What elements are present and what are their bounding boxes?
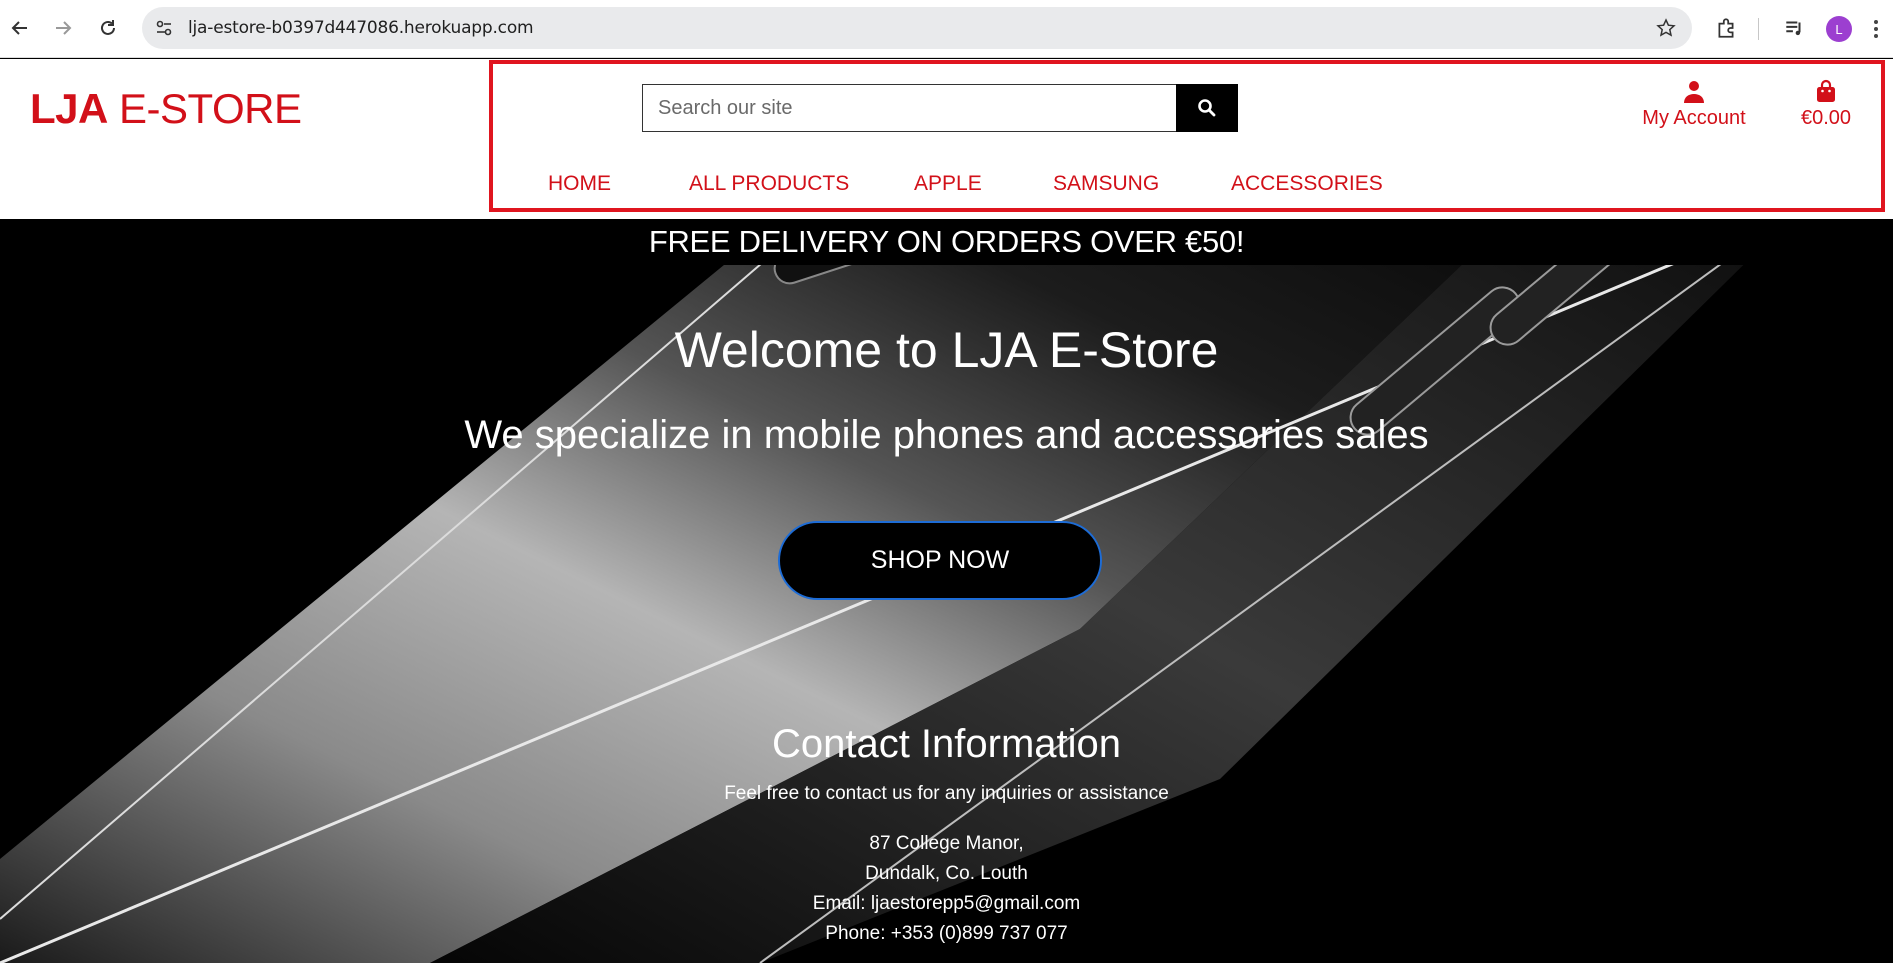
media-controls-icon[interactable] — [1781, 15, 1807, 41]
contact-title: Contact Information — [771, 722, 1122, 766]
shopping-bag-link[interactable]: €0.00 — [1790, 79, 1862, 130]
bag-total: €0.00 — [1800, 107, 1852, 129]
bookmark-star-icon[interactable] — [1654, 16, 1678, 40]
browser-menu-icon[interactable] — [1866, 16, 1886, 42]
profile-avatar[interactable]: L — [1826, 16, 1852, 42]
contact-phone[interactable]: Phone: +353 (0)899 737 077 — [0, 923, 1893, 945]
site-logo[interactable]: LJA E-STORE — [30, 85, 302, 133]
hero-content: Welcome to LJA E-Store We specialize in … — [0, 219, 1893, 963]
toolbar-divider — [1758, 18, 1759, 40]
shopping-bag-icon — [1817, 79, 1835, 102]
search-form — [642, 84, 1238, 132]
browser-toolbar: lja-estore-b0397d447086.herokuapp.com L — [0, 0, 1893, 58]
hero-section: Welcome to LJA E-Store We specialize in … — [0, 219, 1893, 963]
nav-apple[interactable]: APPLE — [914, 172, 982, 196]
url-text[interactable]: lja-estore-b0397d447086.herokuapp.com — [188, 18, 534, 38]
main-nav: HOME ALL PRODUCTS APPLE SAMSUNG ACCESSOR… — [0, 172, 1893, 202]
contact-email[interactable]: Email: ljaestorepp5@gmail.com — [0, 893, 1893, 915]
back-icon[interactable] — [5, 13, 35, 43]
reload-icon[interactable] — [93, 13, 123, 43]
logo-text: E-STORE — [107, 85, 302, 132]
my-account-link[interactable]: My Account — [1636, 79, 1752, 130]
nav-samsung[interactable]: SAMSUNG — [1053, 172, 1159, 196]
nav-accessories[interactable]: ACCESSORIES — [1231, 172, 1383, 196]
search-button[interactable] — [1176, 84, 1238, 132]
site-header: LJA E-STORE My Account €0.00 HOME ALL PR… — [0, 59, 1893, 219]
address-line-2: Dundalk, Co. Louth — [865, 863, 1028, 884]
logo-bold: LJA — [30, 85, 108, 132]
hero-subtitle: We specialize in mobile phones and acces… — [464, 413, 1429, 457]
user-icon — [1684, 81, 1704, 103]
shop-now-button[interactable]: SHOP NOW — [778, 521, 1102, 600]
search-input[interactable] — [642, 84, 1176, 132]
address-line-1: 87 College Manor, — [869, 833, 1024, 854]
search-icon — [1198, 99, 1216, 117]
nav-all-products[interactable]: ALL PRODUCTS — [689, 172, 849, 196]
my-account-label: My Account — [1642, 107, 1746, 129]
nav-home[interactable]: HOME — [548, 172, 611, 196]
delivery-banner: FREE DELIVERY ON ORDERS OVER €50! — [0, 219, 1893, 265]
contact-subtitle: Feel free to contact us for any inquirie… — [724, 783, 1169, 804]
address-bar[interactable]: lja-estore-b0397d447086.herokuapp.com — [142, 7, 1692, 49]
extensions-icon[interactable] — [1713, 15, 1739, 41]
hero-title: Welcome to LJA E-Store — [674, 322, 1219, 378]
site-info-icon[interactable] — [152, 16, 176, 40]
forward-icon[interactable] — [48, 13, 78, 43]
